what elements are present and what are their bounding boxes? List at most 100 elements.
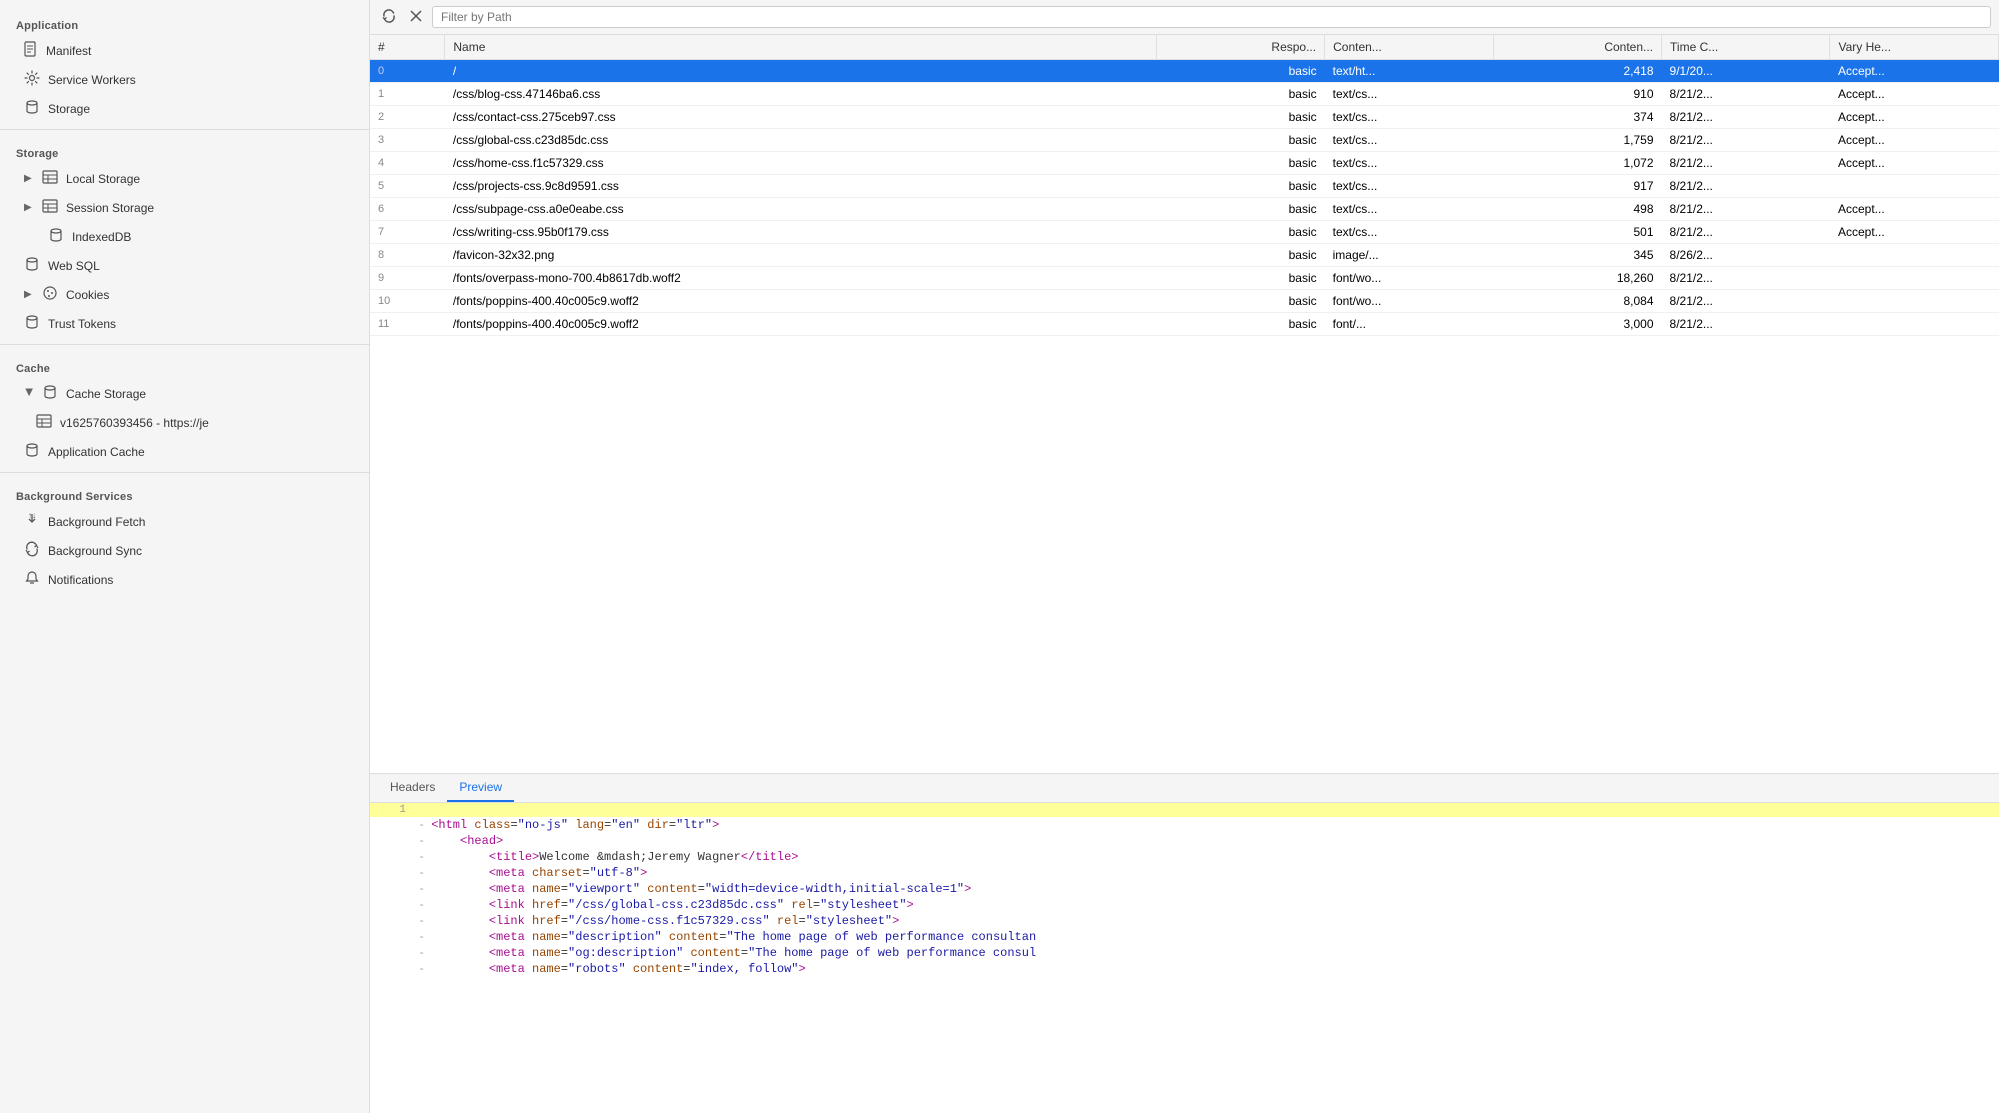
cell-response: basic xyxy=(1156,198,1324,221)
sidebar-item-indexeddb[interactable]: IndexedDB xyxy=(0,222,369,251)
table-row[interactable]: 8 /favicon-32x32.png basic image/... 345… xyxy=(370,244,1999,267)
sidebar: Application Manifest Service Workers Sto… xyxy=(0,0,370,1113)
cell-name: /css/blog-css.47146ba6.css xyxy=(445,83,1156,106)
code-line: - <meta name="og:description" content="T… xyxy=(370,945,1999,961)
sidebar-item-trust-tokens-label: Trust Tokens xyxy=(48,317,353,331)
fetch-icon: ↑↓ xyxy=(24,512,40,531)
divider-3 xyxy=(0,472,369,473)
tab-preview[interactable]: Preview xyxy=(447,774,514,802)
code-line: - <link href="/css/home-css.f1c57329.css… xyxy=(370,913,1999,929)
cell-time: 8/21/2... xyxy=(1662,152,1830,175)
cell-time: 8/21/2... xyxy=(1662,198,1830,221)
sidebar-item-cookies[interactable]: ▶ Cookies xyxy=(0,280,369,309)
cell-vary: Accept... xyxy=(1830,60,1999,83)
table-row[interactable]: 7 /css/writing-css.95b0f179.css basic te… xyxy=(370,221,1999,244)
cell-content-type: text/cs... xyxy=(1325,198,1493,221)
cell-vary: Accept... xyxy=(1830,221,1999,244)
sidebar-item-notifications[interactable]: Notifications xyxy=(0,565,369,594)
cell-content-type: font/wo... xyxy=(1325,290,1493,313)
table-row[interactable]: 0 / basic text/ht... 2,418 9/1/20... Acc… xyxy=(370,60,1999,83)
cell-num: 3 xyxy=(370,129,445,152)
sidebar-item-cache-storage[interactable]: ▶ Cache Storage xyxy=(0,379,369,408)
cell-vary: Accept... xyxy=(1830,83,1999,106)
cell-num: 11 xyxy=(370,313,445,336)
code-line: - <meta name="viewport" content="width=d… xyxy=(370,881,1999,897)
sidebar-item-storage-label: Storage xyxy=(48,102,353,116)
sidebar-item-cookies-label: Cookies xyxy=(66,288,353,302)
cell-response: basic xyxy=(1156,313,1324,336)
table-body: 0 / basic text/ht... 2,418 9/1/20... Acc… xyxy=(370,60,1999,336)
table-row[interactable]: 1 /css/blog-css.47146ba6.css basic text/… xyxy=(370,83,1999,106)
cell-content-length: 2,418 xyxy=(1493,60,1661,83)
sidebar-item-background-sync[interactable]: Background Sync xyxy=(0,536,369,565)
col-time: Time C... xyxy=(1662,35,1830,60)
cell-time: 8/21/2... xyxy=(1662,290,1830,313)
cell-vary xyxy=(1830,290,1999,313)
preview-content: 1-<html class="no-js" lang="en" dir="ltr… xyxy=(370,803,1999,1113)
code-line: - <head> xyxy=(370,833,1999,849)
cell-num: 7 xyxy=(370,221,445,244)
cell-name: /fonts/poppins-400.40c005c9.woff2 xyxy=(445,290,1156,313)
code-line: - <meta charset="utf-8"> xyxy=(370,865,1999,881)
sidebar-item-storage[interactable]: Storage xyxy=(0,94,369,123)
table-row[interactable]: 4 /css/home-css.f1c57329.css basic text/… xyxy=(370,152,1999,175)
divider-1 xyxy=(0,129,369,130)
sync-icon xyxy=(24,541,40,560)
table-row[interactable]: 2 /css/contact-css.275ceb97.css basic te… xyxy=(370,106,1999,129)
code-text: <title>Welcome &mdash;Jeremy Wagner</tit… xyxy=(431,850,798,864)
cell-content-length: 374 xyxy=(1493,106,1661,129)
cell-content-type: image/... xyxy=(1325,244,1493,267)
code-line: - <title>Welcome &mdash;Jeremy Wagner</t… xyxy=(370,849,1999,865)
reload-button[interactable] xyxy=(378,7,400,28)
sidebar-item-application-cache-label: Application Cache xyxy=(48,445,353,459)
cell-vary xyxy=(1830,175,1999,198)
cell-name: /css/subpage-css.a0e0eabe.css xyxy=(445,198,1156,221)
sidebar-item-cache-entry[interactable]: v1625760393456 - https://je xyxy=(0,408,369,437)
table-row[interactable]: 6 /css/subpage-css.a0e0eabe.css basic te… xyxy=(370,198,1999,221)
main-content: # Name Respo... Conten... Conten... Time… xyxy=(370,0,1999,1113)
sidebar-item-web-sql[interactable]: Web SQL xyxy=(0,251,369,280)
cell-num: 10 xyxy=(370,290,445,313)
cell-vary xyxy=(1830,244,1999,267)
sidebar-item-background-fetch[interactable]: ↑↓ Background Fetch xyxy=(0,507,369,536)
sidebar-item-manifest[interactable]: Manifest xyxy=(0,36,369,65)
cell-content-type: text/cs... xyxy=(1325,152,1493,175)
code-text: <meta charset="utf-8"> xyxy=(431,866,647,880)
col-response: Respo... xyxy=(1156,35,1324,60)
cell-content-length: 18,260 xyxy=(1493,267,1661,290)
cell-num: 6 xyxy=(370,198,445,221)
cell-vary: Accept... xyxy=(1830,129,1999,152)
tab-headers[interactable]: Headers xyxy=(378,774,447,802)
sidebar-item-service-workers[interactable]: Service Workers xyxy=(0,65,369,94)
cell-vary: Accept... xyxy=(1830,106,1999,129)
cell-response: basic xyxy=(1156,60,1324,83)
table-row[interactable]: 5 /css/projects-css.9c8d9591.css basic t… xyxy=(370,175,1999,198)
line-number: 1 xyxy=(378,804,406,816)
sidebar-item-local-storage[interactable]: ▶ Local Storage xyxy=(0,164,369,193)
table-row[interactable]: 10 /fonts/poppins-400.40c005c9.woff2 bas… xyxy=(370,290,1999,313)
cell-content-type: text/cs... xyxy=(1325,83,1493,106)
code-text: <html class="no-js" lang="en" dir="ltr"> xyxy=(431,818,719,832)
expand-arrow-session-storage: ▶ xyxy=(24,202,34,213)
cookie-icon xyxy=(42,285,58,304)
col-content-type: Conten... xyxy=(1325,35,1493,60)
sidebar-item-trust-tokens[interactable]: Trust Tokens xyxy=(0,309,369,338)
gear-icon xyxy=(24,70,40,89)
svg-text:↑↓: ↑↓ xyxy=(28,512,36,520)
cell-content-type: text/cs... xyxy=(1325,175,1493,198)
cell-num: 4 xyxy=(370,152,445,175)
cell-time: 8/21/2... xyxy=(1662,106,1830,129)
sidebar-item-notifications-label: Notifications xyxy=(48,573,353,587)
table-row[interactable]: 11 /fonts/poppins-400.40c005c9.woff2 bas… xyxy=(370,313,1999,336)
cell-name: /css/writing-css.95b0f179.css xyxy=(445,221,1156,244)
sidebar-item-manifest-label: Manifest xyxy=(46,44,353,58)
table-row[interactable]: 3 /css/global-css.c23d85dc.css basic tex… xyxy=(370,129,1999,152)
sidebar-item-application-cache[interactable]: Application Cache xyxy=(0,437,369,466)
code-text: <link href="/css/home-css.f1c57329.css" … xyxy=(431,914,899,928)
cell-name: /favicon-32x32.png xyxy=(445,244,1156,267)
clear-button[interactable] xyxy=(406,7,426,27)
sidebar-item-session-storage[interactable]: ▶ Session Storage xyxy=(0,193,369,222)
filter-input[interactable] xyxy=(432,6,1991,28)
preview-section: Headers Preview 1-<html class="no-js" la… xyxy=(370,773,1999,1113)
table-row[interactable]: 9 /fonts/overpass-mono-700.4b8617db.woff… xyxy=(370,267,1999,290)
